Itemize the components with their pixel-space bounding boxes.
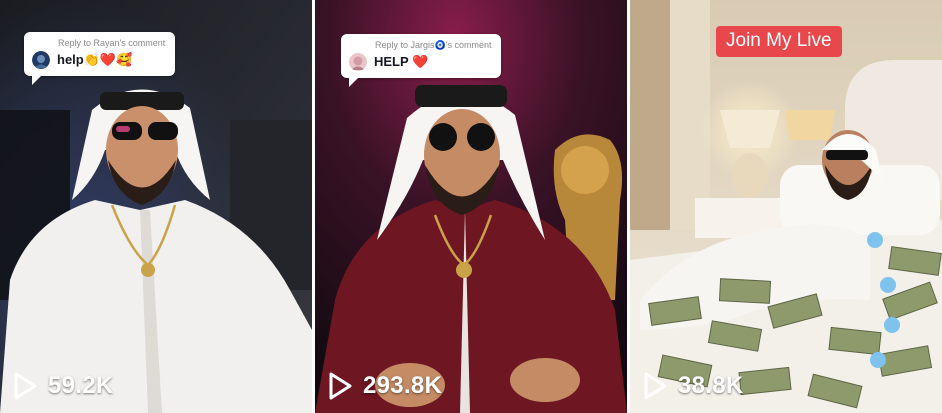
- video-thumbnail-3: [630, 0, 942, 413]
- reply-sticker: Reply to Jargis🧿's comment HELP ❤️: [341, 34, 502, 87]
- reply-sticker: Reply to Rayan's comment help👏❤️🥰: [24, 32, 176, 85]
- reply-caption: Reply to Rayan's comment: [58, 38, 166, 48]
- commenter-avatar: [32, 51, 50, 69]
- play-icon: [329, 372, 352, 400]
- reply-comment-text: help👏❤️🥰: [57, 52, 133, 67]
- view-count: 59.2K: [48, 372, 114, 399]
- video-tile-3[interactable]: Join My Live 38.8K: [630, 0, 942, 413]
- view-counter: 293.8K: [327, 371, 442, 401]
- reply-comment-text: HELP ❤️: [374, 54, 429, 69]
- video-tile-2[interactable]: Reply to Jargis🧿's comment HELP ❤️ 293.8…: [315, 0, 627, 413]
- play-icon: [14, 372, 37, 400]
- video-tile-1[interactable]: Reply to Rayan's comment help👏❤️🥰 59.2K: [0, 0, 312, 413]
- play-icon: [644, 372, 667, 400]
- view-counter: 38.8K: [642, 371, 744, 401]
- video-grid: Reply to Rayan's comment help👏❤️🥰 59.2K: [0, 0, 942, 413]
- view-counter: 59.2K: [12, 371, 114, 401]
- commenter-avatar: [349, 53, 367, 71]
- join-live-button[interactable]: Join My Live: [716, 26, 842, 57]
- view-count: 38.8K: [678, 372, 744, 399]
- reply-caption: Reply to Jargis🧿's comment: [375, 40, 492, 50]
- view-count: 293.8K: [363, 372, 443, 399]
